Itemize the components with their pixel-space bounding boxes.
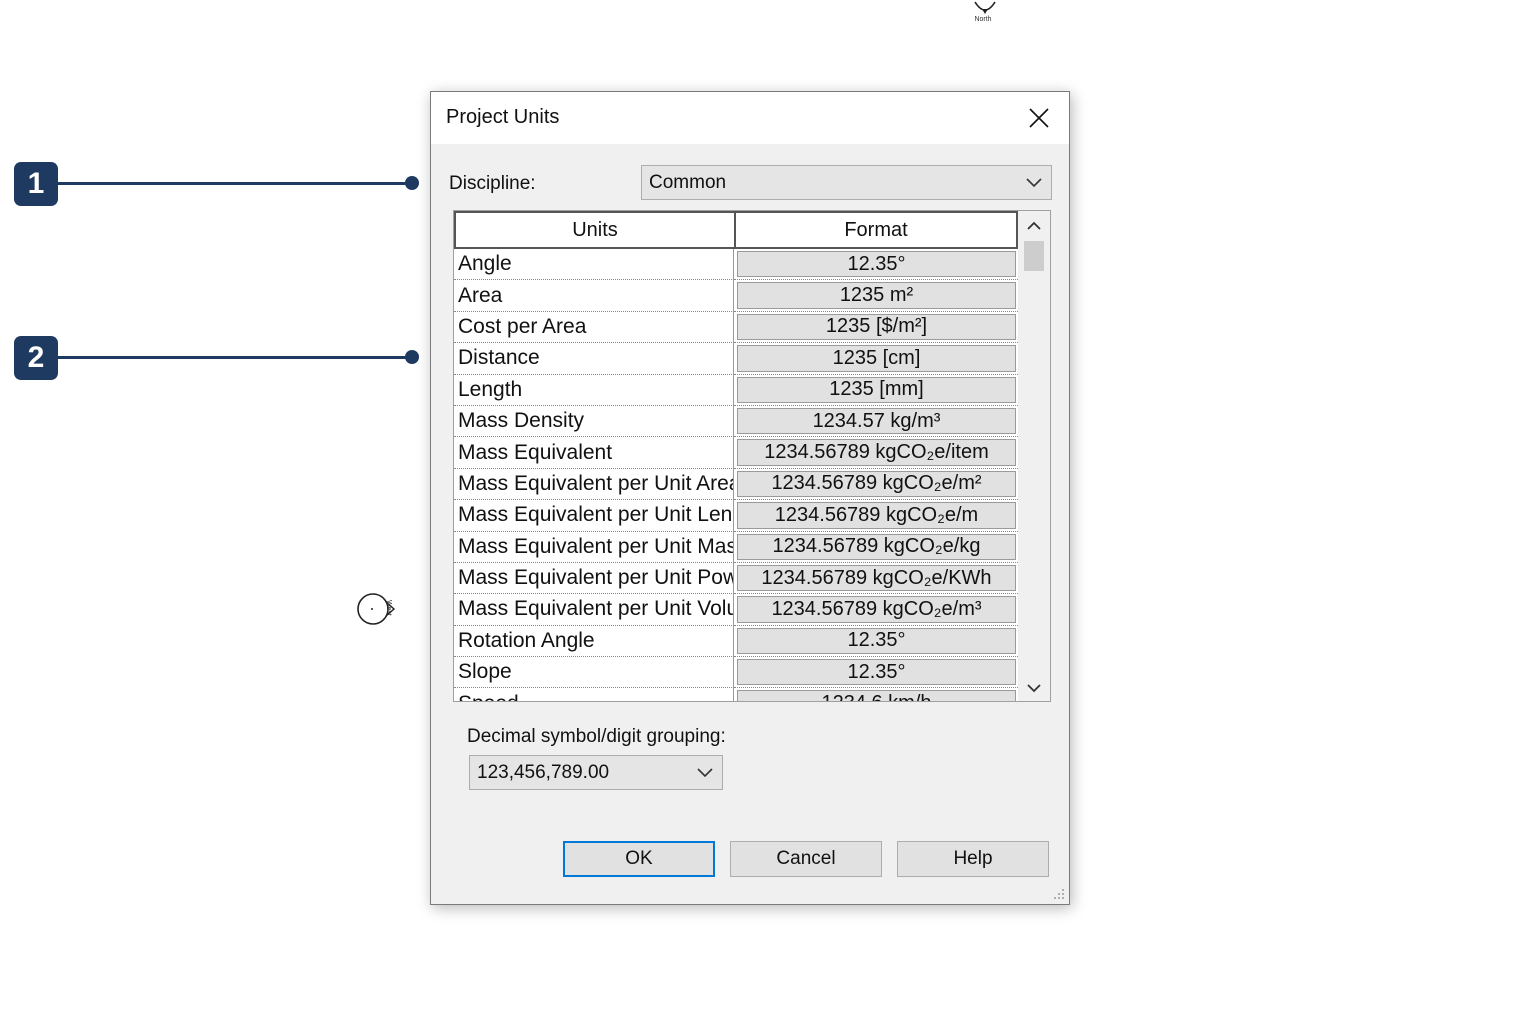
unit-name-cell: Mass Equivalent per Unit Volu <box>454 594 734 626</box>
table-row[interactable]: Rotation Angle 12.35° <box>454 625 1018 658</box>
table-row[interactable]: Mass Equivalent per Unit Mas 1234.56789 k… <box>454 531 1018 563</box>
format-button[interactable]: 1234.56789 kgCO₂e/m² <box>737 470 1016 498</box>
format-cell: 1234.56789 kgCO₂e/m³ <box>734 594 1018 626</box>
format-button[interactable]: 1234.56789 kgCO₂e/KWh <box>737 564 1016 592</box>
callout-line-2 <box>58 356 412 359</box>
dialog-title: Project Units <box>446 106 560 128</box>
unit-name-cell: Cost per Area <box>454 311 734 344</box>
cancel-button[interactable]: Cancel <box>730 841 882 877</box>
format-cell: 12.35° <box>734 657 1018 689</box>
format-button[interactable]: 1234.56789 kgCO₂e/m <box>737 502 1016 529</box>
north-marker-icon <box>974 1 996 14</box>
table-row[interactable]: Mass Equivalent per Unit Volu 1234.56789 … <box>454 594 1018 626</box>
format-cell: 1234.56789 kgCO₂e/KWh <box>734 563 1018 595</box>
table-row[interactable]: Slope 12.35° <box>454 657 1018 689</box>
close-icon <box>1029 108 1049 128</box>
format-cell: 1235 [$/m²] <box>734 312 1018 344</box>
unit-name-cell: Rotation Angle <box>454 625 734 658</box>
format-cell: 1234.57 kg/m³ <box>734 406 1018 438</box>
west-label: West <box>385 600 392 616</box>
help-button[interactable]: Help <box>897 841 1049 877</box>
dialog-titlebar: Project Units <box>431 92 1069 144</box>
table-row[interactable]: Mass Equivalent per Unit Pow 1234.56789 k… <box>454 562 1018 595</box>
format-cell: 1235 [cm] <box>734 343 1018 375</box>
unit-name-cell: Mass Density <box>454 405 734 438</box>
unit-name-cell: Speed <box>454 688 734 701</box>
format-cell: 1234.56789 kgCO₂e/item <box>734 437 1018 469</box>
format-cell: 12.35° <box>734 249 1018 281</box>
table-row[interactable]: Cost per Area 1235 [$/m²] <box>454 311 1018 344</box>
table-row[interactable]: Speed1234.6 km/h <box>454 688 1018 701</box>
chevron-down-icon <box>697 767 713 777</box>
table-row[interactable]: Mass Density 1234.57 kg/m³ <box>454 405 1018 438</box>
table-row[interactable]: Mass Equivalent per Unit Len 1234.56789 k… <box>454 500 1018 532</box>
grid-header: Units Format <box>454 211 1018 249</box>
scroll-up-icon[interactable] <box>1025 219 1043 233</box>
unit-name-cell: Mass Equivalent per Unit Pow <box>454 562 734 595</box>
format-cell: 1234.56789 kgCO₂e/m² <box>734 469 1018 501</box>
format-cell: 1234.56789 kgCO₂e/kg <box>734 532 1018 563</box>
format-button[interactable]: 1234.57 kg/m³ <box>737 407 1016 435</box>
decimal-select[interactable]: 123,456,789.00 <box>469 755 723 790</box>
table-row[interactable]: Angle 12.35° <box>454 249 1018 281</box>
scroll-down-icon[interactable] <box>1025 681 1043 695</box>
column-header-units[interactable]: Units <box>454 211 736 249</box>
column-header-format[interactable]: Format <box>736 211 1018 249</box>
callout-dot-2 <box>405 350 419 364</box>
grid-rows: Angle 12.35° Area 1235 m² Cost per Area 1235 … <box>454 249 1018 701</box>
resize-grip-icon[interactable] <box>1051 886 1065 900</box>
format-cell: 1235 [mm] <box>734 375 1018 406</box>
unit-name-cell: Mass Equivalent per Unit Area <box>454 468 734 501</box>
callout-badge-1: 1 <box>14 162 58 206</box>
unit-name-cell: Area <box>454 280 734 312</box>
scroll-thumb[interactable] <box>1024 241 1044 271</box>
north-label: North <box>974 16 992 23</box>
project-units-dialog: Project Units Discipline: Common Units F… <box>430 91 1070 905</box>
format-cell: 1234.6 km/h <box>734 688 1018 701</box>
chevron-down-icon <box>1026 177 1042 187</box>
callout-line-1 <box>58 182 412 185</box>
table-row[interactable]: Area 1235 m² <box>454 280 1018 312</box>
decimal-value: 123,456,789.00 <box>477 761 610 783</box>
unit-name-cell: Length <box>454 374 734 406</box>
table-row[interactable]: Length 1235 [mm] <box>454 374 1018 406</box>
format-button[interactable]: 12.35° <box>737 251 1016 278</box>
vertical-scrollbar[interactable] <box>1018 211 1050 701</box>
format-button[interactable]: 1235 m² <box>737 282 1016 309</box>
close-button[interactable] <box>1019 100 1059 136</box>
unit-name-cell: Angle <box>454 249 734 281</box>
format-button[interactable]: 1234.56789 kgCO₂e/kg <box>737 533 1016 560</box>
ok-button[interactable]: OK <box>563 841 715 877</box>
table-row[interactable]: Distance 1235 [cm] <box>454 343 1018 375</box>
format-button[interactable]: 12.35° <box>737 627 1016 655</box>
callout-badge-2: 2 <box>14 336 58 380</box>
discipline-label: Discipline: <box>449 173 536 194</box>
format-button[interactable]: 1235 [$/m²] <box>737 313 1016 341</box>
table-row[interactable]: Mass Equivalent per Unit Area 1234.56789 … <box>454 468 1018 501</box>
format-cell: 12.35° <box>734 626 1018 658</box>
format-cell: 1235 m² <box>734 280 1018 312</box>
format-button[interactable]: 1234.56789 kgCO₂e/m³ <box>737 596 1016 623</box>
format-button[interactable]: 12.35° <box>737 659 1016 686</box>
format-button[interactable]: 1234.6 km/h <box>737 690 1016 701</box>
format-button[interactable]: 1235 [cm] <box>737 345 1016 372</box>
callout-dot-1 <box>405 176 419 190</box>
unit-name-cell: Slope <box>454 657 734 689</box>
discipline-value: Common <box>649 171 727 193</box>
unit-name-cell: Mass Equivalent per Unit Mas <box>454 531 734 563</box>
unit-name-cell: Mass Equivalent per Unit Len <box>454 500 734 532</box>
unit-name-cell: Distance <box>454 343 734 375</box>
decimal-label: Decimal symbol/digit grouping: <box>467 726 726 747</box>
table-row[interactable]: Mass Equivalent 1234.56789 kgCO₂e/item <box>454 437 1018 469</box>
format-button[interactable]: 1235 [mm] <box>737 376 1016 403</box>
west-marker-icon <box>357 593 396 625</box>
format-cell: 1234.56789 kgCO₂e/m <box>734 500 1018 532</box>
unit-name-cell: Mass Equivalent <box>454 437 734 469</box>
format-button[interactable]: 1234.56789 kgCO₂e/item <box>737 439 1016 466</box>
discipline-select[interactable]: Common <box>641 165 1052 200</box>
units-grid: Units Format Angle 12.35° Area 1235 m² Cost … <box>453 210 1051 702</box>
